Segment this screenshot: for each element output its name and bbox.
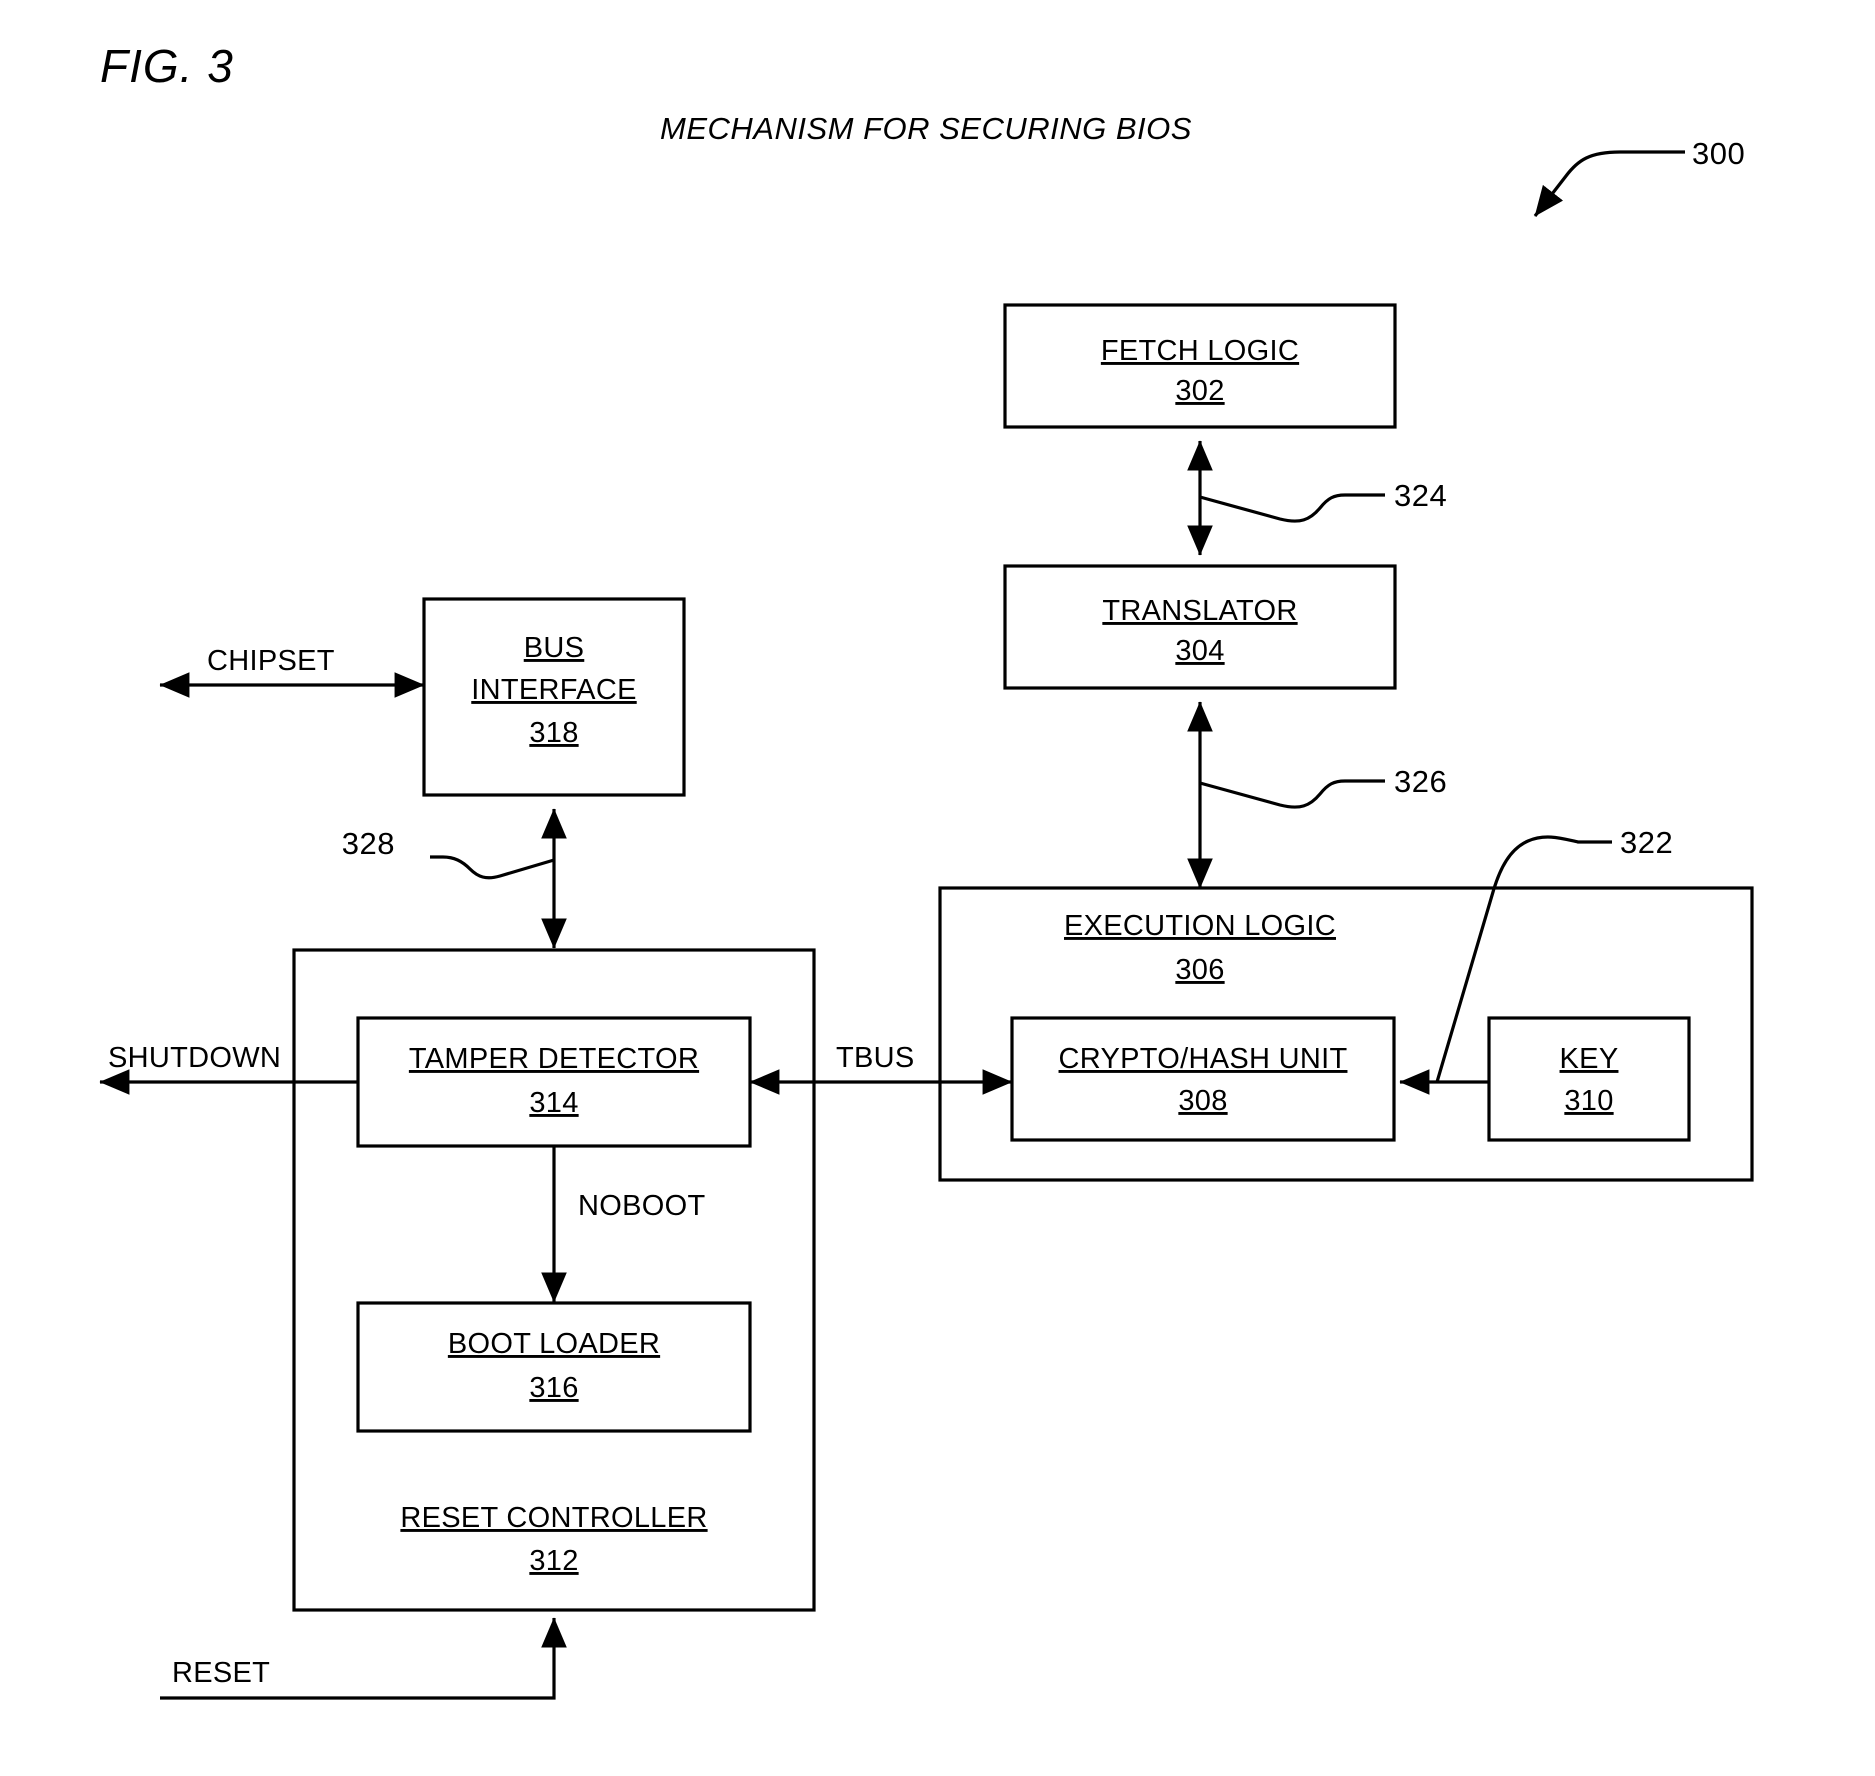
execution-logic-ref: 306: [1175, 954, 1224, 986]
tamper-detector-ref: 314: [529, 1087, 578, 1119]
connector-translator-execution: [1187, 701, 1385, 889]
connector-ref-322: 322: [1620, 825, 1673, 860]
reset-controller-ref: 312: [529, 1545, 578, 1577]
diagram-canvas: FIG. 3 MECHANISM FOR SECURING BIOS 300 F…: [99, 40, 1754, 1700]
figure-label: FIG. 3: [100, 40, 234, 92]
crypto-hash-unit-ref: 308: [1178, 1085, 1227, 1117]
execution-logic-label: EXECUTION LOGIC: [1064, 910, 1336, 942]
crypto-hash-unit-label: CRYPTO/HASH UNIT: [1059, 1043, 1348, 1075]
fetch-logic-ref: 302: [1175, 375, 1224, 407]
signal-label-noboot: NOBOOT: [578, 1190, 705, 1222]
tamper-detector-block: TAMPER DETECTOR 314: [356, 1016, 752, 1148]
translator-ref: 304: [1175, 635, 1224, 667]
signal-label-tbus: TBUS: [836, 1042, 915, 1074]
translator-box: [1003, 564, 1397, 690]
connector-businterface-resetcontroller: [430, 808, 567, 949]
fetch-logic-block: FETCH LOGIC 302: [1003, 303, 1397, 429]
connector-ref-328: 328: [342, 826, 395, 861]
key-ref: 310: [1564, 1085, 1613, 1117]
connector-fetch-translator: [1187, 440, 1385, 556]
reset-controller-label: RESET CONTROLLER: [400, 1502, 707, 1534]
boot-loader-block: BOOT LOADER 316: [356, 1301, 752, 1433]
system-ref-leader: [1533, 150, 1685, 217]
system-ref-number: 300: [1692, 136, 1745, 171]
signal-label-shutdown: SHUTDOWN: [108, 1042, 281, 1074]
bus-interface-ref: 318: [529, 717, 578, 749]
translator-block: TRANSLATOR 304: [1003, 564, 1397, 690]
tamper-detector-box: [356, 1016, 752, 1148]
bus-interface-block: BUS INTERFACE 318: [422, 597, 686, 797]
boot-loader-ref: 316: [529, 1372, 578, 1404]
key-box: [1487, 1016, 1691, 1142]
signal-label-reset: RESET: [172, 1657, 270, 1689]
connector-ref-324: 324: [1394, 478, 1447, 513]
signal-label-chipset: CHIPSET: [207, 645, 335, 677]
crypto-hash-unit-block: CRYPTO/HASH UNIT 308: [1010, 1016, 1396, 1142]
key-label: KEY: [1560, 1043, 1619, 1075]
boot-loader-label: BOOT LOADER: [448, 1328, 660, 1360]
boot-loader-box: [356, 1301, 752, 1433]
tamper-detector-label: TAMPER DETECTOR: [409, 1043, 699, 1075]
figure-title: MECHANISM FOR SECURING BIOS: [660, 111, 1192, 146]
bus-interface-label-line1: BUS: [524, 632, 585, 664]
key-block: KEY 310: [1487, 1016, 1691, 1142]
fetch-logic-label: FETCH LOGIC: [1101, 335, 1299, 367]
bus-interface-label-line2: INTERFACE: [471, 674, 636, 706]
connector-ref-326: 326: [1394, 764, 1447, 799]
patent-figure: FIG. 3 MECHANISM FOR SECURING BIOS 300 F…: [0, 0, 1875, 1776]
crypto-hash-unit-box: [1010, 1016, 1396, 1142]
translator-label: TRANSLATOR: [1102, 595, 1297, 627]
